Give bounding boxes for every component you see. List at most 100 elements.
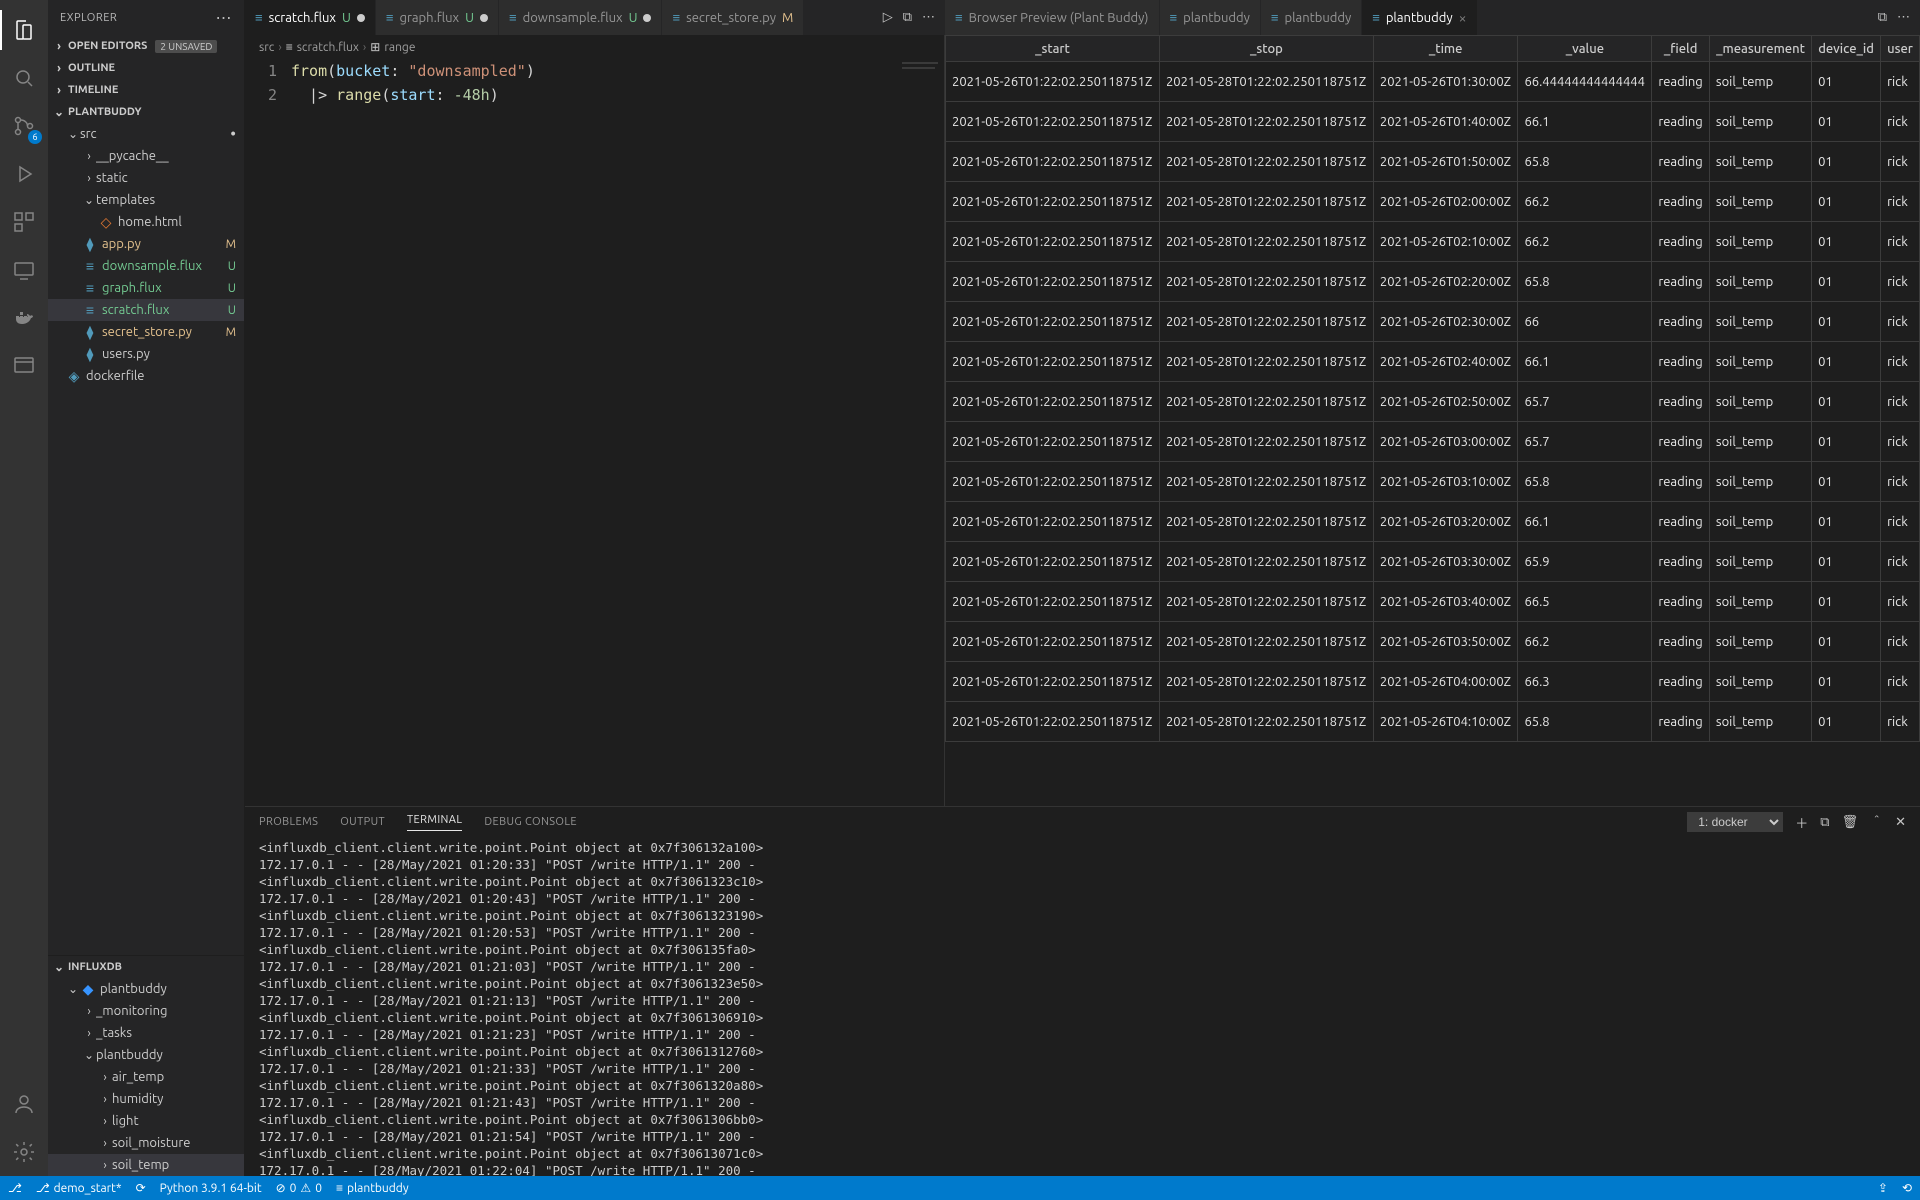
table-row[interactable]: 2021-05-26T01:22:02.250118751Z2021-05-28… [946,622,1920,662]
tree-file-downsample[interactable]: ≡downsample.flux U [48,255,244,277]
tab[interactable]: ≡plantbuddy [1261,0,1362,35]
tree-file-scratch[interactable]: ≡scratch.flux U [48,299,244,321]
tree-file-graph[interactable]: ≡graph.flux U [48,277,244,299]
table-row[interactable]: 2021-05-26T01:22:02.250118751Z2021-05-28… [946,702,1920,742]
table-row[interactable]: 2021-05-26T01:22:02.250118751Z2021-05-28… [946,382,1920,422]
table-header[interactable]: device_id [1812,36,1881,62]
activity-explorer-icon[interactable] [0,6,48,54]
table-header[interactable]: _time [1373,36,1518,62]
crumb-src[interactable]: src [259,41,274,54]
data-table-wrap[interactable]: _start_stop_time_value_field_measurement… [945,35,1920,806]
split-icon[interactable]: ⧉ [1878,10,1887,25]
activity-preview-icon[interactable] [0,342,48,390]
status-plantbuddy[interactable]: ≡ plantbuddy [336,1181,409,1195]
activity-extensions-icon[interactable] [0,198,48,246]
table-row[interactable]: 2021-05-26T01:22:02.250118751Z2021-05-28… [946,302,1920,342]
table-row[interactable]: 2021-05-26T01:22:02.250118751Z2021-05-28… [946,102,1920,142]
table-header[interactable]: _value [1518,36,1652,62]
tab[interactable]: ≡secret_store.pyM [662,0,804,35]
table-header[interactable]: _field [1652,36,1710,62]
table-row[interactable]: 2021-05-26T01:22:02.250118751Z2021-05-28… [946,142,1920,182]
tree-file-home-html[interactable]: ◇home.html [48,211,244,233]
split-icon[interactable]: ⧉ [903,10,912,25]
activity-docker-icon[interactable] [0,294,48,342]
table-row[interactable]: 2021-05-26T01:22:02.250118751Z2021-05-28… [946,582,1920,622]
tree-file-app-py[interactable]: ⧫app.py M [48,233,244,255]
tab[interactable]: ≡downsample.fluxU [499,0,662,35]
table-header[interactable]: _measurement [1709,36,1811,62]
status-sync[interactable]: ⟳ [136,1181,146,1195]
table-row[interactable]: 2021-05-26T01:22:02.250118751Z2021-05-28… [946,342,1920,382]
breadcrumbs[interactable]: src › ≡ scratch.flux › ⊞ range [245,35,944,59]
more-icon[interactable]: ⋯ [922,10,935,25]
influx-tasks[interactable]: ›_tasks [48,1022,244,1044]
table-row[interactable]: 2021-05-26T01:22:02.250118751Z2021-05-28… [946,502,1920,542]
table-header[interactable]: _start [946,36,1160,62]
activity-settings-icon[interactable] [0,1128,48,1176]
tree-file-users[interactable]: ⧫users.py [48,343,244,365]
table-row[interactable]: 2021-05-26T01:22:02.250118751Z2021-05-28… [946,222,1920,262]
section-timeline[interactable]: › TIMELINE [48,79,244,101]
status-python[interactable]: Python 3.9.1 64-bit [160,1182,262,1195]
crumb-file[interactable]: scratch.flux [297,41,359,54]
status-problems[interactable]: ⊘ 0 ⚠ 0 [276,1181,322,1195]
status-feedback[interactable]: ⟲ [1902,1181,1912,1195]
panel-tab-problems[interactable]: PROBLEMS [259,816,318,828]
table-row[interactable]: 2021-05-26T01:22:02.250118751Z2021-05-28… [946,662,1920,702]
crumb-symbol[interactable]: range [384,41,415,54]
table-row[interactable]: 2021-05-26T01:22:02.250118751Z2021-05-28… [946,262,1920,302]
status-live-share[interactable]: ⇪ [1878,1181,1888,1195]
influx-soil-moisture[interactable]: ›soil_moisture [48,1132,244,1154]
panel-tab-output[interactable]: OUTPUT [340,816,385,828]
tab[interactable]: ≡graph.fluxU [376,0,499,35]
minimap[interactable] [884,59,944,806]
terminal-trash-icon[interactable]: 🗑 [1842,815,1859,830]
terminal-maximize-icon[interactable]: ＾ [1870,813,1883,832]
tree-folder-src[interactable]: ⌄src • [48,123,244,145]
influx-air-temp[interactable]: ›air_temp [48,1066,244,1088]
run-icon[interactable]: ▷ [883,10,893,25]
more-icon[interactable]: ⋯ [1897,10,1910,25]
tab[interactable]: ≡Browser Preview (Plant Buddy) [945,0,1160,35]
tab-close-icon[interactable]: × [1459,10,1467,26]
influx-monitoring[interactable]: ›_monitoring [48,1000,244,1022]
section-project[interactable]: ⌄ PLANTBUDDY [48,101,244,123]
table-row[interactable]: 2021-05-26T01:22:02.250118751Z2021-05-28… [946,62,1920,102]
section-open-editors[interactable]: › OPEN EDITORS 2 UNSAVED [48,35,244,57]
table-header[interactable]: user [1881,36,1920,62]
panel-tab-terminal[interactable]: TERMINAL [407,814,462,831]
activity-scm-icon[interactable]: 6 [0,102,48,150]
panel-tab-debug[interactable]: DEBUG CONSOLE [484,816,577,828]
code-area[interactable]: 1 2 from(bucket: "downsampled") |> range… [245,59,944,806]
table-row[interactable]: 2021-05-26T01:22:02.250118751Z2021-05-28… [946,462,1920,502]
influx-root[interactable]: ⌄◆plantbuddy [48,978,244,1000]
activity-account-icon[interactable] [0,1080,48,1128]
tree-file-secret-store[interactable]: ⧫secret_store.py M [48,321,244,343]
terminal-close-icon[interactable]: ✕ [1895,815,1906,830]
table-row[interactable]: 2021-05-26T01:22:02.250118751Z2021-05-28… [946,182,1920,222]
tab[interactable]: ≡plantbuddy [1160,0,1261,35]
influx-bucket[interactable]: ⌄plantbuddy [48,1044,244,1066]
activity-debug-icon[interactable] [0,150,48,198]
status-branch[interactable]: ⎇ demo_start* [36,1181,122,1195]
tree-file-dockerfile[interactable]: ◈dockerfile [48,365,244,387]
table-row[interactable]: 2021-05-26T01:22:02.250118751Z2021-05-28… [946,422,1920,462]
tree-folder-static[interactable]: ›static [48,167,244,189]
terminal-body[interactable]: <influxdb_client.client.write.point.Poin… [245,837,1920,1176]
tree-folder-pycache[interactable]: ›__pycache__ [48,145,244,167]
terminal-split-icon[interactable]: ⧉ [1820,815,1829,830]
status-remote[interactable]: ⎇ [8,1181,22,1195]
terminal-select[interactable]: 1: docker [1687,812,1783,832]
activity-remote-icon[interactable] [0,246,48,294]
terminal-new-icon[interactable]: ＋ [1795,813,1808,832]
influx-soil-temp[interactable]: ›soil_temp [48,1154,244,1176]
influx-light[interactable]: ›light [48,1110,244,1132]
activity-search-icon[interactable] [0,54,48,102]
tree-folder-templates[interactable]: ⌄templates [48,189,244,211]
sidebar-more-icon[interactable]: ⋯ [216,8,233,27]
section-outline[interactable]: › OUTLINE [48,57,244,79]
table-row[interactable]: 2021-05-26T01:22:02.250118751Z2021-05-28… [946,542,1920,582]
section-influxdb[interactable]: ⌄ INFLUXDB [48,956,244,978]
tab[interactable]: ≡scratch.fluxU [245,0,376,35]
influx-humidity[interactable]: ›humidity [48,1088,244,1110]
